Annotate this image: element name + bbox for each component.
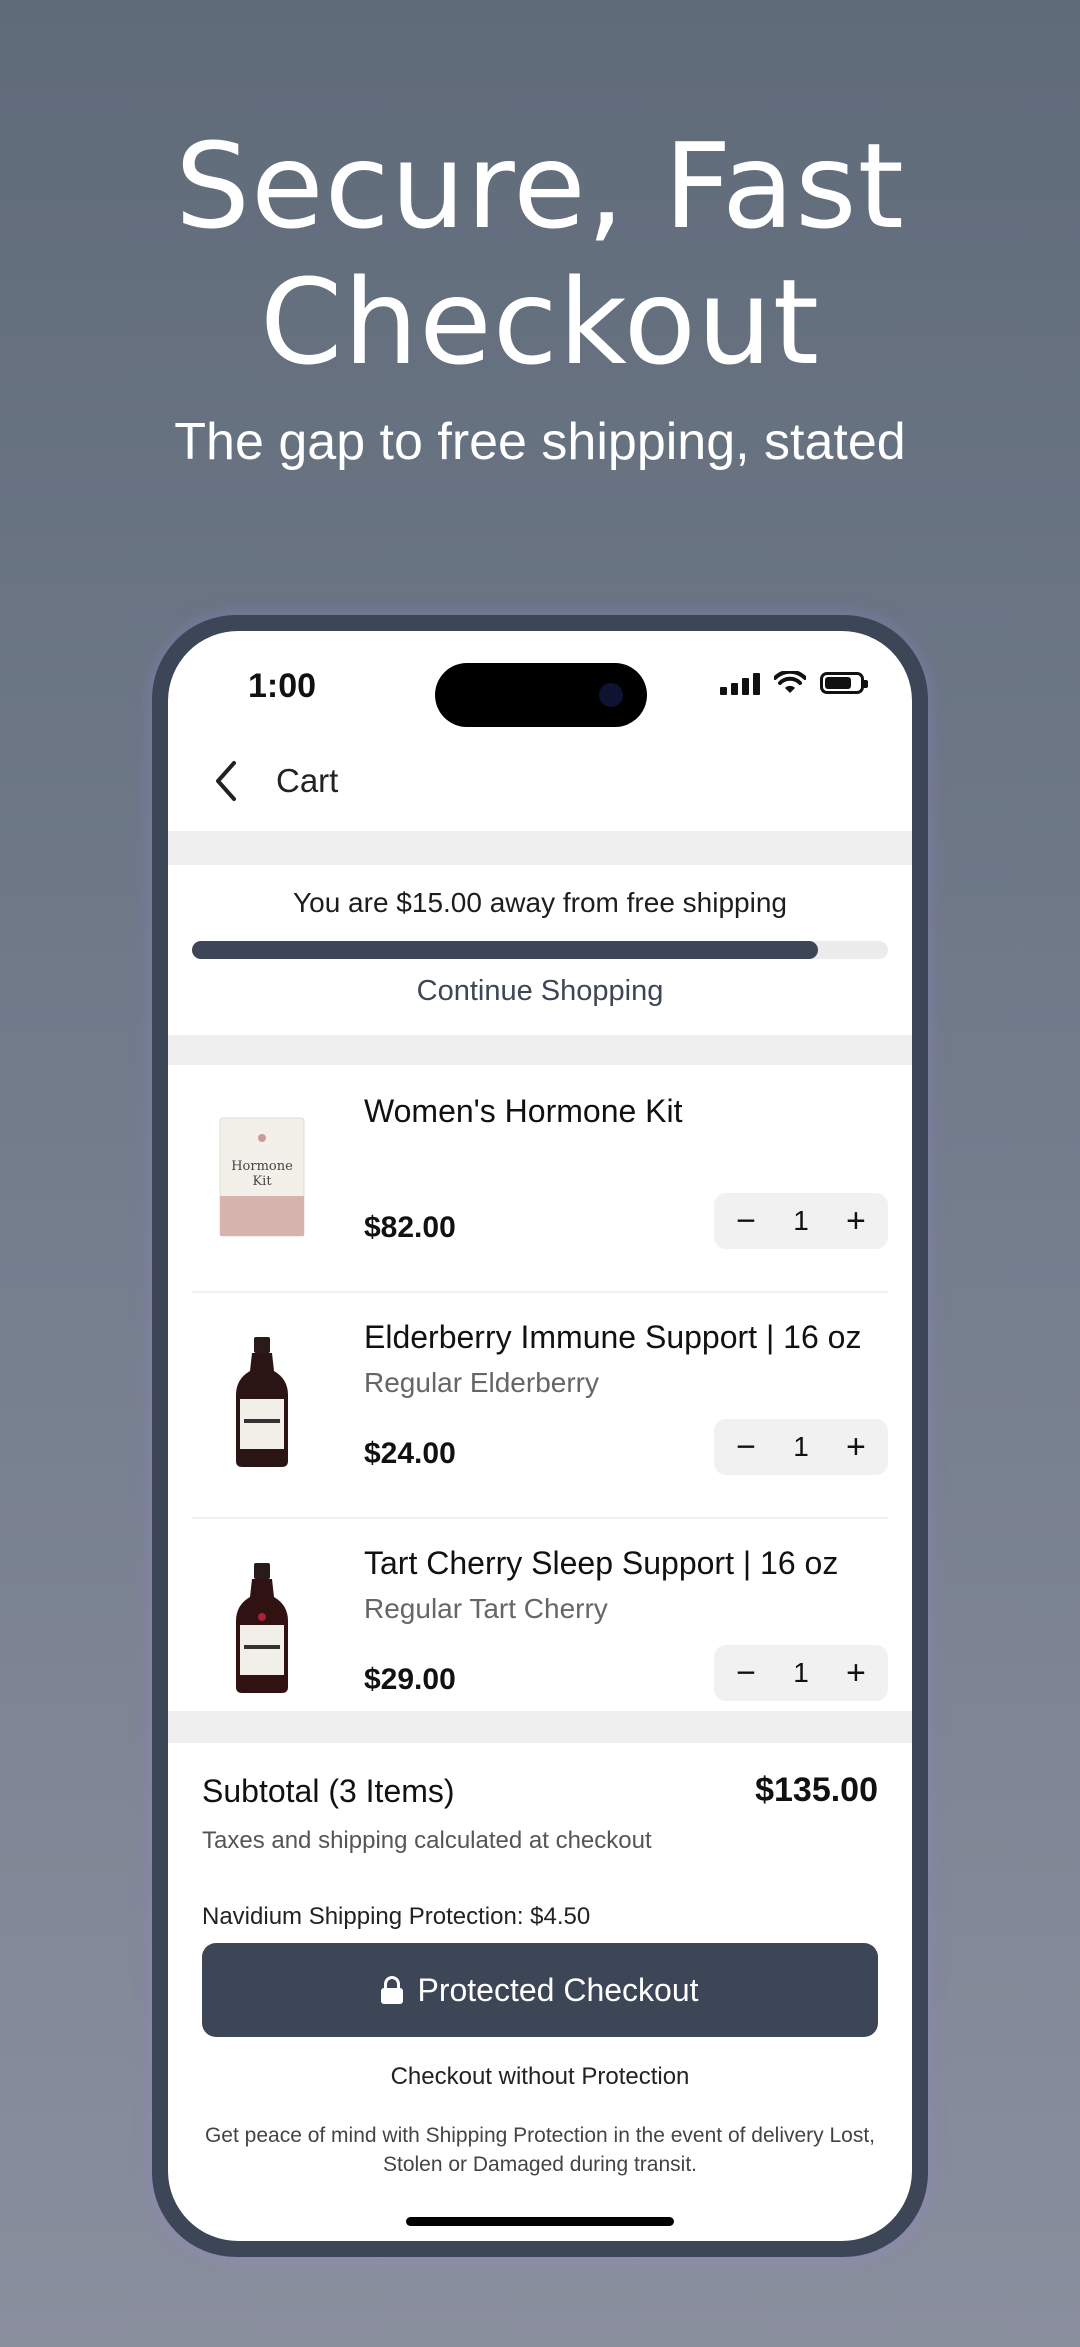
protected-checkout-button[interactable]: Protected Checkout xyxy=(202,1943,878,2037)
quantity-stepper: − 1 + xyxy=(714,1419,888,1475)
promo-headline-line1: Secure, Fast xyxy=(175,117,905,255)
cart-item: Tart Cherry Sleep Support | 16 oz Regula… xyxy=(192,1517,888,1743)
back-chevron-icon[interactable] xyxy=(196,751,256,811)
continue-shopping-link[interactable]: Continue Shopping xyxy=(168,975,912,1008)
signal-icon xyxy=(720,671,760,695)
status-time: 1:00 xyxy=(248,667,317,705)
item-name[interactable]: Elderberry Immune Support | 16 oz xyxy=(364,1319,861,1356)
cart-item: Elderberry Immune Support | 16 oz Regula… xyxy=(192,1291,888,1519)
promo-subheadline: The gap to free shipping, stated xyxy=(174,413,906,471)
navbar: Cart xyxy=(168,731,912,831)
divider-band xyxy=(168,1711,912,1743)
quantity-stepper: − 1 + xyxy=(714,1193,888,1249)
svg-text:Hormone: Hormone xyxy=(231,1159,293,1174)
svg-text:Kit: Kit xyxy=(252,1174,272,1189)
subtotal-value: $135.00 xyxy=(755,1771,878,1809)
checkout-without-protection-link[interactable]: Checkout without Protection xyxy=(168,2063,912,2091)
item-name[interactable]: Women's Hormone Kit xyxy=(364,1093,683,1130)
product-image xyxy=(212,1327,312,1477)
status-icons xyxy=(720,671,868,695)
dynamic-island xyxy=(435,663,647,727)
tax-note: Taxes and shipping calculated at checkou… xyxy=(202,1827,652,1854)
quantity-value: 1 xyxy=(793,1431,809,1462)
item-variant: Regular Elderberry xyxy=(364,1367,599,1398)
item-price: $24.00 xyxy=(364,1437,456,1470)
lock-icon xyxy=(381,1976,404,2004)
plus-icon[interactable]: + xyxy=(838,1202,874,1240)
free-shipping-message: You are $15.00 away from free shipping xyxy=(293,887,787,918)
divider-band xyxy=(168,1035,912,1065)
phone-screen: 1:00 Cart You are $15.00 away from free … xyxy=(168,631,912,2241)
battery-icon xyxy=(820,672,868,694)
free-shipping-progress xyxy=(192,941,888,959)
quantity-stepper: − 1 + xyxy=(714,1645,888,1701)
minus-icon[interactable]: − xyxy=(728,1202,764,1240)
product-image: Hormone Kit xyxy=(212,1101,312,1251)
cart-item: Hormone Kit Women's Hormone Kit $82.00 −… xyxy=(192,1065,888,1293)
product-image xyxy=(212,1553,312,1703)
camera-dot xyxy=(599,683,623,707)
free-shipping-banner: You are $15.00 away from free shipping C… xyxy=(168,865,912,1035)
promo-headline: Secure, Fast Checkout xyxy=(0,118,1080,390)
quantity-value: 1 xyxy=(793,1205,809,1236)
checkout-button-label: Protected Checkout xyxy=(417,1971,699,2008)
minus-icon[interactable]: − xyxy=(728,1654,764,1692)
subtotal-label: Subtotal (3 Items) xyxy=(202,1773,455,1809)
promo-headline-line2: Checkout xyxy=(259,253,821,391)
quantity-value: 1 xyxy=(793,1657,809,1688)
plus-icon[interactable]: + xyxy=(838,1428,874,1466)
minus-icon[interactable]: − xyxy=(728,1428,764,1466)
item-price: $29.00 xyxy=(364,1663,456,1696)
item-name[interactable]: Tart Cherry Sleep Support | 16 oz xyxy=(364,1545,838,1582)
home-indicator[interactable] xyxy=(406,2217,674,2226)
wifi-icon xyxy=(774,671,806,693)
page-title: Cart xyxy=(276,762,339,799)
item-price: $82.00 xyxy=(364,1211,456,1244)
protection-disclaimer: Get peace of mind with Shipping Protecti… xyxy=(204,2124,876,2176)
progress-fill xyxy=(192,941,819,959)
phone-frame: 1:00 Cart You are $15.00 away from free … xyxy=(152,615,928,2257)
divider-band xyxy=(168,831,912,865)
item-variant: Regular Tart Cherry xyxy=(364,1593,608,1624)
plus-icon[interactable]: + xyxy=(838,1654,874,1692)
shipping-protection-label: Navidium Shipping Protection: $4.50 xyxy=(202,1903,591,1930)
